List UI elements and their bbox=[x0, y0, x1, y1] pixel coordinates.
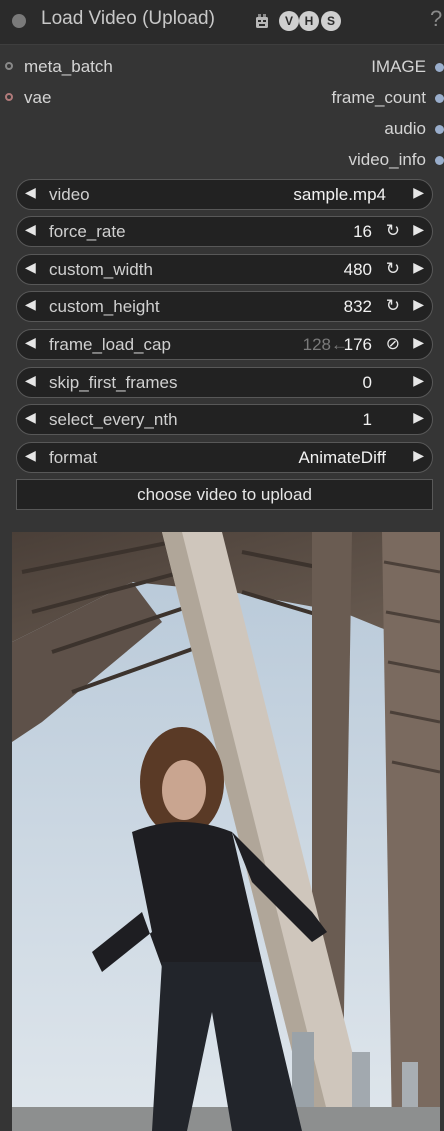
widget-value: 0 bbox=[362, 373, 372, 392]
widget-value: 1 bbox=[362, 410, 372, 429]
decrement-arrow-icon[interactable]: ◀ bbox=[25, 372, 36, 389]
badge-v: V bbox=[279, 11, 299, 31]
film-icon bbox=[256, 14, 268, 28]
badge-h: H bbox=[299, 11, 319, 31]
output-slot-dot-icon[interactable] bbox=[435, 156, 444, 165]
reset-icon[interactable]: ↻ bbox=[386, 259, 400, 279]
input-meta-batch-label: meta_batch bbox=[24, 57, 113, 76]
input-vae-label: vae bbox=[24, 88, 52, 107]
slot-row: vae frame_count bbox=[0, 85, 444, 113]
slot-row: audio bbox=[0, 116, 444, 144]
increment-arrow-icon[interactable]: ▶ bbox=[413, 259, 424, 276]
increment-arrow-icon[interactable]: ▶ bbox=[413, 447, 424, 464]
collapse-dot-icon[interactable] bbox=[12, 14, 26, 28]
increment-arrow-icon[interactable]: ▶ bbox=[413, 221, 424, 238]
increment-arrow-icon[interactable]: ▶ bbox=[413, 296, 424, 313]
widget-force-rate[interactable]: ◀ force_rate 16 ↻ ▶ bbox=[16, 216, 433, 247]
node-titlebar[interactable]: Load Video (Upload) V H S ? bbox=[0, 0, 444, 45]
widget-custom-height[interactable]: ◀ custom_height 832 ↻ ▶ bbox=[16, 291, 433, 322]
widget-format[interactable]: ◀ format AnimateDiff ▶ bbox=[16, 442, 433, 473]
increment-arrow-icon[interactable]: ▶ bbox=[413, 409, 424, 426]
widget-label: skip_first_frames bbox=[49, 373, 178, 392]
output-slot-dot-icon[interactable] bbox=[435, 63, 444, 72]
choose-video-upload-button[interactable]: choose video to upload bbox=[16, 479, 433, 510]
widget-skip-first-frames[interactable]: ◀ skip_first_frames 0 ▶ bbox=[16, 367, 433, 398]
decrement-arrow-icon[interactable]: ◀ bbox=[25, 221, 36, 238]
disabled-icon[interactable]: ⊘ bbox=[386, 334, 400, 354]
widget-label: custom_height bbox=[49, 297, 160, 316]
reset-icon[interactable]: ↻ bbox=[386, 221, 400, 241]
widget-value: AnimateDiff bbox=[298, 448, 386, 467]
slot-row: video_info bbox=[0, 147, 444, 175]
decrement-arrow-icon[interactable]: ◀ bbox=[25, 447, 36, 464]
output-slot-dot-icon[interactable] bbox=[435, 94, 444, 103]
widget-value: 480 bbox=[343, 260, 372, 279]
widget-hint-value: 128← bbox=[302, 335, 348, 354]
widget-select-every-nth[interactable]: ◀ select_every_nth 1 ▶ bbox=[16, 404, 433, 435]
decrement-arrow-icon[interactable]: ◀ bbox=[25, 409, 36, 426]
increment-arrow-icon[interactable]: ▶ bbox=[413, 372, 424, 389]
badge-s: S bbox=[321, 11, 341, 31]
output-slot-dot-icon[interactable] bbox=[435, 125, 444, 134]
widget-label: format bbox=[49, 448, 98, 467]
output-audio-label: audio bbox=[384, 119, 426, 138]
widget-frame-load-cap[interactable]: ◀ frame_load_cap 128← 176 ⊘ ▶ bbox=[16, 329, 433, 360]
widget-value: 16 bbox=[353, 222, 372, 241]
video-frame-image bbox=[12, 532, 440, 1131]
slot-row: meta_batch IMAGE bbox=[0, 54, 444, 82]
widget-label: select_every_nth bbox=[49, 410, 178, 429]
widget-label: frame_load_cap bbox=[49, 335, 171, 354]
widget-custom-width[interactable]: ◀ custom_width 480 ↻ ▶ bbox=[16, 254, 433, 285]
widget-label: custom_width bbox=[49, 260, 153, 279]
node-title: Load Video (Upload) bbox=[41, 8, 215, 29]
widget-value: 176 bbox=[343, 335, 372, 354]
increment-arrow-icon[interactable]: ▶ bbox=[413, 184, 424, 201]
video-preview[interactable] bbox=[12, 532, 440, 1131]
input-slot-dot-icon[interactable] bbox=[5, 93, 13, 101]
output-video-info-label: video_info bbox=[348, 150, 426, 169]
load-video-node: Load Video (Upload) V H S ? meta_batch I… bbox=[0, 0, 444, 1131]
decrement-arrow-icon[interactable]: ◀ bbox=[25, 259, 36, 276]
widget-label: force_rate bbox=[49, 222, 126, 241]
input-slot-dot-icon[interactable] bbox=[5, 62, 13, 70]
widget-value: sample.mp4 bbox=[293, 185, 386, 204]
widget-value: 832 bbox=[343, 297, 372, 316]
widget-label: video bbox=[49, 185, 90, 204]
decrement-arrow-icon[interactable]: ◀ bbox=[25, 334, 36, 351]
output-image-label: IMAGE bbox=[371, 57, 426, 76]
decrement-arrow-icon[interactable]: ◀ bbox=[25, 184, 36, 201]
reset-icon[interactable]: ↻ bbox=[386, 296, 400, 316]
widget-video[interactable]: ◀ video sample.mp4 ▶ bbox=[16, 179, 433, 210]
help-icon[interactable]: ? bbox=[430, 6, 442, 32]
decrement-arrow-icon[interactable]: ◀ bbox=[25, 296, 36, 313]
increment-arrow-icon[interactable]: ▶ bbox=[413, 334, 424, 351]
output-frame-count-label: frame_count bbox=[331, 88, 427, 107]
